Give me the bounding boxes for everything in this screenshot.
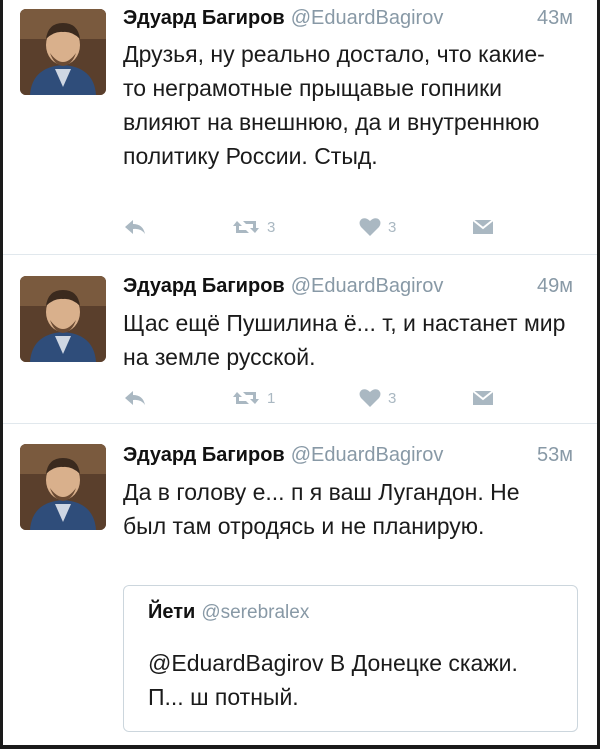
tweet[interactable]: Эдуард Багиров @EduardBagirov 49м Щас ещё… — [3, 255, 597, 424]
reply-button[interactable] — [123, 383, 149, 413]
direct-message-icon — [472, 390, 494, 405]
tweet-text: Щас ещё Пушилина ё... т, и настанет мир … — [123, 310, 566, 370]
quoted-author-name: Йети — [148, 601, 196, 623]
retweet-icon — [233, 392, 259, 404]
frame-edge-bottom — [0, 745, 600, 749]
avatar[interactable] — [20, 9, 106, 95]
author-name[interactable]: Эдуард Багиров — [123, 444, 285, 466]
author-name[interactable]: Эдуард Багиров — [123, 275, 285, 297]
avatar[interactable] — [20, 444, 106, 530]
like-button[interactable]: 3 — [358, 212, 396, 242]
direct-message-icon — [472, 219, 494, 234]
retweet-count: 1 — [267, 389, 276, 407]
retweet-button[interactable]: 3 — [231, 212, 275, 242]
heart-icon — [359, 218, 381, 236]
tweet-header: Эдуард Багиров @EduardBagirov 43м — [123, 7, 573, 35]
quoted-tweet-header: Йети @serebralex — [148, 601, 309, 624]
tweet-text: Друзья, ну реально достало, что какие-то… — [123, 41, 545, 169]
screenshot-frame: Эдуард Багиров @EduardBagirov 43м Друзья,… — [0, 0, 600, 749]
tweet[interactable]: Эдуард Багиров @EduardBagirov 43м Друзья,… — [3, 0, 597, 255]
retweet-button[interactable]: 1 — [231, 383, 275, 413]
tweet-header: Эдуард Багиров @EduardBagirov 49м — [123, 275, 573, 303]
direct-message-button[interactable] — [471, 383, 495, 413]
author-handle[interactable]: @EduardBagirov — [291, 7, 444, 29]
quoted-tweet[interactable]: Йети @serebralex @EduardBagirov В Донецке… — [123, 585, 578, 732]
tweet-actions: 3 3 — [123, 212, 503, 242]
direct-message-button[interactable] — [471, 212, 495, 242]
reply-icon — [125, 391, 145, 405]
author-handle[interactable]: @EduardBagirov — [291, 444, 444, 466]
retweet-count: 3 — [267, 218, 276, 236]
author-name[interactable]: Эдуард Багиров — [123, 7, 285, 29]
tweet-header: Эдуард Багиров @EduardBagirov 53м — [123, 444, 573, 472]
tweet-timestamp[interactable]: 53м — [537, 444, 573, 467]
quoted-author-handle: @serebralex — [201, 602, 310, 623]
like-button[interactable]: 3 — [358, 383, 396, 413]
tweet-text: Да в голову е... п я ваш Лугандон. Не бы… — [123, 479, 520, 539]
retweet-icon — [233, 221, 259, 233]
tweet-timestamp[interactable]: 49м — [537, 275, 573, 298]
like-count: 3 — [388, 218, 397, 236]
reply-button[interactable] — [123, 212, 149, 242]
like-count: 3 — [388, 389, 397, 407]
quoted-tweet-text: @EduardBagirov В Донецке скажи. П... ш п… — [148, 650, 518, 710]
heart-icon — [359, 389, 381, 407]
tweet-actions: 1 3 — [123, 383, 503, 413]
tweet[interactable]: Эдуард Багиров @EduardBagirov 53м Да в го… — [3, 424, 597, 745]
author-handle[interactable]: @EduardBagirov — [291, 275, 444, 297]
reply-icon — [125, 220, 145, 234]
tweet-timestamp[interactable]: 43м — [537, 7, 573, 30]
avatar[interactable] — [20, 276, 106, 362]
